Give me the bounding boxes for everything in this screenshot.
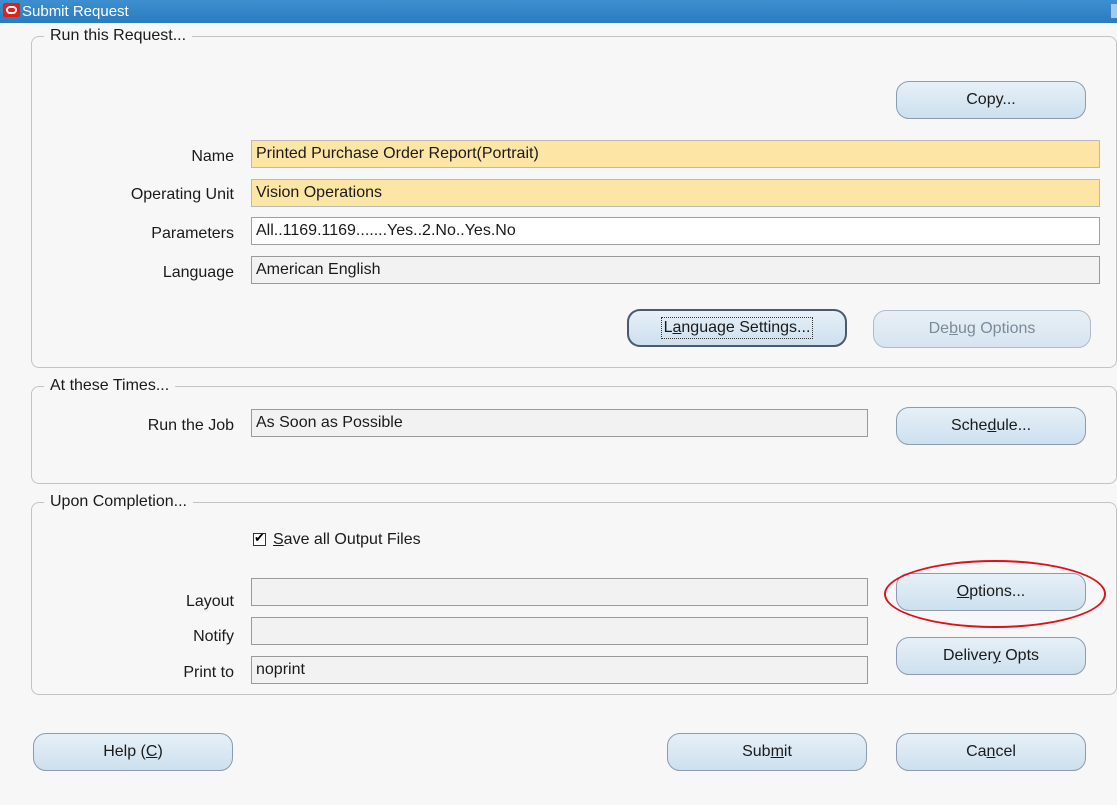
language-settings-button[interactable]: Language Settings...: [627, 309, 847, 347]
upon-completion-legend: Upon Completion...: [44, 491, 193, 513]
save-output-files-label[interactable]: Save all Output Files: [273, 530, 421, 550]
title-bar: Submit Request: [0, 0, 1117, 23]
print-to-field[interactable]: noprint: [251, 656, 868, 684]
submit-button[interactable]: Submit: [667, 733, 867, 771]
oracle-logo-icon: [3, 3, 20, 17]
notify-label: Notify: [193, 628, 234, 645]
language-field[interactable]: American English: [251, 256, 1100, 284]
at-these-times-legend: At these Times...: [44, 375, 176, 397]
run-request-legend: Run this Request...: [44, 25, 193, 47]
schedule-button[interactable]: Schedule...: [896, 407, 1086, 445]
operating-unit-field[interactable]: Vision Operations: [251, 179, 1100, 207]
language-label: Language: [162, 264, 234, 281]
debug-options-button[interactable]: Debug Options: [873, 310, 1091, 348]
submit-request-window: Run this Request... Copy... Name Printed…: [0, 23, 1117, 805]
layout-label: Layout: [185, 593, 234, 610]
parameters-label: Parameters: [151, 225, 234, 242]
notify-field[interactable]: [251, 617, 868, 645]
options-highlight-circle: [884, 560, 1106, 628]
layout-field[interactable]: [251, 578, 868, 606]
delivery-opts-button[interactable]: Delivery Opts: [896, 637, 1086, 675]
copy-button[interactable]: Copy...: [896, 81, 1086, 119]
run-the-job-label: Run the Job: [147, 417, 234, 434]
operating-unit-label: Operating Unit: [130, 186, 234, 203]
close-icon[interactable]: [1111, 4, 1117, 18]
cancel-button[interactable]: Cancel: [896, 733, 1086, 771]
language-settings-label: Language Settings...: [660, 317, 814, 339]
window-title: Submit Request: [22, 3, 129, 20]
help-button[interactable]: Help (C): [33, 733, 233, 771]
print-to-label: Print to: [183, 664, 234, 681]
parameters-field[interactable]: All..1169.1169.......Yes..2.No..Yes.No: [251, 217, 1100, 245]
name-field[interactable]: Printed Purchase Order Report(Portrait): [251, 140, 1100, 168]
name-label: Name: [191, 148, 234, 165]
save-output-files-checkbox[interactable]: [253, 530, 266, 546]
run-the-job-field[interactable]: As Soon as Possible: [251, 409, 868, 437]
